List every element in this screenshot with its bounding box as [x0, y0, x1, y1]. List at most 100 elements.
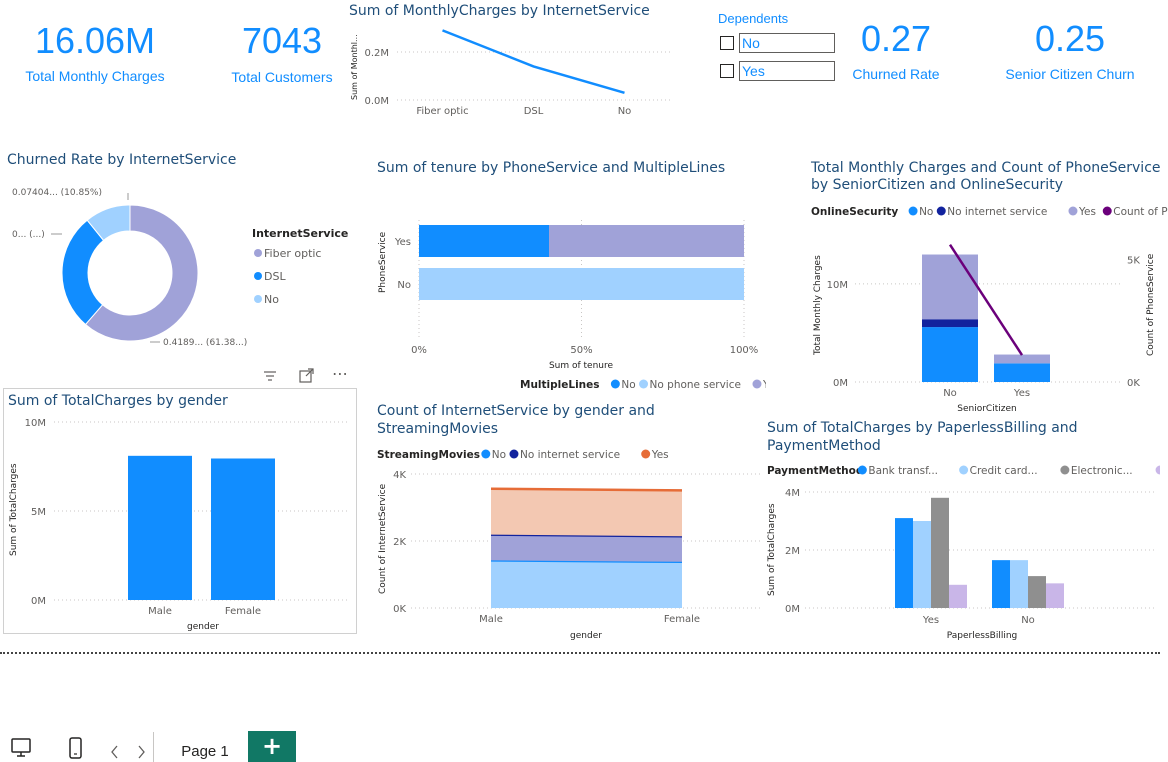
- kpi-senior-churn-value: 0.25: [1034, 18, 1106, 59]
- legend-swatch: [936, 206, 946, 216]
- donut-slice: [61, 219, 105, 326]
- page-boundary: [0, 652, 1160, 654]
- x-tick-label: DSL: [524, 106, 544, 117]
- total-by-gender-visual[interactable]: Sum of TotalCharges by gender 10M 5M 0M Mal…: [3, 388, 357, 634]
- y2-tick-label: 5K: [1127, 255, 1140, 266]
- tab-page-1[interactable]: Page 1: [165, 734, 245, 762]
- prev-page-icon[interactable]: [109, 745, 121, 759]
- y-axis-label: Sum of TotalCharges: [767, 503, 777, 596]
- legend-swatch: [509, 449, 519, 459]
- filter-icon[interactable]: [262, 368, 278, 384]
- x-tick-label: Male: [479, 614, 503, 625]
- legend-label: Yes: [762, 379, 766, 391]
- y-axis-label: Sum of TotalCharges: [9, 463, 19, 556]
- y-tick-label: 4M: [785, 488, 800, 499]
- total-by-paperless-visual[interactable]: Sum of TotalCharges by PaperlessBilling …: [760, 414, 1160, 648]
- slicer-checkbox-no[interactable]: [720, 36, 734, 50]
- monthly-by-senior-visual[interactable]: Total Monthly Charges and Count of Phone…: [800, 150, 1168, 420]
- area-fill: [491, 560, 682, 608]
- slicer-option-no[interactable]: No: [739, 33, 835, 53]
- bar-segment: [922, 319, 978, 328]
- legend-title: StreamingMovies: [377, 449, 480, 461]
- y-tick-label: 0M: [31, 596, 46, 607]
- y-tick-label: 0.0M: [364, 96, 389, 107]
- y-tick-label: 2K: [393, 537, 406, 548]
- y-axis-label: PhoneService: [378, 231, 388, 293]
- series-line: [490, 487, 683, 492]
- x-axis-label: SeniorCitizen: [957, 404, 1016, 414]
- x-tick-label: Yes: [1013, 388, 1030, 399]
- legend-swatch: [1060, 465, 1070, 475]
- kpi-total-monthly-charges-value: 16.06M: [34, 20, 156, 61]
- data-label: 0.4189... (61.38...): [163, 338, 247, 348]
- y-tick-label: 10M: [827, 280, 848, 291]
- desktop-layout-icon[interactable]: [10, 736, 34, 760]
- y-axis-label: Sum of Monthl...: [350, 34, 359, 100]
- dependents-slicer: Dependents No Yes: [716, 8, 840, 88]
- legend-label: Fiber optic: [264, 247, 321, 260]
- x-tick-label: Female: [664, 614, 700, 625]
- x-axis-label: gender: [570, 631, 602, 641]
- bar-segment: [419, 225, 549, 257]
- more-options-icon[interactable]: ⋯: [332, 364, 348, 383]
- y-tick-label: 0.2M: [364, 48, 389, 59]
- legend-swatch: [641, 449, 651, 459]
- bar-segment: [922, 254, 978, 320]
- legend-swatch: [959, 465, 969, 475]
- total-by-paperless-chart: PaymentMethod Bank transf... Credit card..…: [767, 465, 1160, 641]
- slicer-title: Dependents: [718, 11, 789, 26]
- slicer-option-yes[interactable]: Yes: [739, 61, 835, 81]
- series-line: [442, 29, 625, 95]
- legend-title: PaymentMethod: [767, 465, 863, 477]
- x-tick-label: Female: [225, 606, 261, 617]
- bar: [949, 584, 967, 608]
- y-tick-label: 4K: [393, 470, 406, 481]
- tenure-by-phone-visual[interactable]: Sum of tenure by PhoneService and Multip…: [366, 150, 766, 395]
- x-tick-label: 0%: [411, 345, 427, 356]
- add-page-button[interactable]: +: [248, 731, 296, 762]
- bar: [1046, 583, 1064, 608]
- legend-label: No: [621, 379, 635, 391]
- x-tick-label: No: [943, 388, 957, 399]
- y-tick-label: 0M: [833, 378, 848, 389]
- data-label: 0... (...): [12, 230, 45, 240]
- internet-by-gender-chart: StreamingMovies No No internet service Yes 4…: [377, 449, 761, 641]
- y-tick-label: 0K: [393, 604, 406, 615]
- legend-label: No: [264, 293, 279, 306]
- y-tick-label: Yes: [394, 237, 411, 248]
- legend-title: MultipleLines: [520, 379, 600, 391]
- legend-title: OnlineSecurity: [811, 206, 898, 218]
- bar: [128, 455, 192, 600]
- monthly-by-senior-chart: OnlineSecurity No No internet service Yes Co…: [811, 206, 1168, 414]
- monthly-by-internet-chart: 0.2M 0.0M Sum of Monthl... Fiber optic DSL No: [350, 29, 670, 117]
- legend-label: Credit card...: [970, 465, 1038, 477]
- legend-title: InternetService: [252, 227, 348, 240]
- legend-label: DSL: [264, 270, 286, 283]
- x-tick-label: No: [618, 106, 632, 117]
- tenure-by-phone-chart: 0% 50% 100% Yes No PhoneService Sum of tenure M…: [378, 220, 766, 391]
- bar-segment: [994, 363, 1050, 382]
- kpi-churned-rate-value: 0.27: [860, 18, 932, 59]
- legend-label: No: [492, 449, 506, 461]
- focus-mode-icon[interactable]: [298, 368, 314, 384]
- data-label: 0.07404... (10.85%): [12, 188, 102, 198]
- bar-segment: [419, 268, 744, 300]
- y2-axis-label: Count of PhoneService: [1146, 253, 1156, 356]
- legend-swatch: [254, 249, 262, 257]
- x-tick-label: Fiber optic: [416, 106, 468, 117]
- mobile-layout-icon[interactable]: [66, 736, 86, 760]
- legend-label: Yes: [651, 449, 669, 461]
- legend-label: Electronic...: [1071, 465, 1133, 477]
- x-tick-label: 100%: [730, 345, 759, 356]
- tab-separator: [153, 732, 154, 762]
- x-axis-label: Sum of tenure: [549, 361, 614, 371]
- monthly-by-internet-visual[interactable]: Sum of MonthlyCharges by InternetService…: [340, 0, 680, 122]
- legend-label: No internet service: [947, 206, 1047, 218]
- internet-by-gender-visual[interactable]: Count of InternetService by gender and S…: [366, 398, 766, 648]
- slicer-checkbox-yes[interactable]: [720, 64, 734, 78]
- x-tick-label: 50%: [570, 345, 592, 356]
- legend-swatch: [1155, 465, 1160, 475]
- next-page-icon[interactable]: [135, 745, 147, 759]
- y-axis-label: Count of InternetService: [378, 483, 388, 594]
- churn-by-internet-visual[interactable]: Churned Rate by InternetService 0.07404.…: [0, 145, 360, 360]
